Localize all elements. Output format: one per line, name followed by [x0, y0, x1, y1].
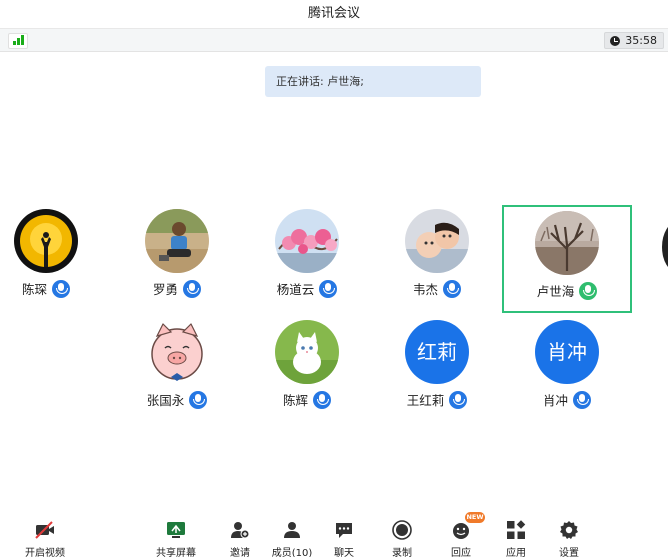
members-icon — [284, 522, 300, 538]
invite-user-icon — [231, 522, 250, 539]
speaking-indicator: 正在讲话: 卢世海; — [265, 66, 481, 97]
microphone-active-icon[interactable] — [579, 281, 598, 300]
participant-name-row: 陈辉 — [242, 390, 372, 409]
meeting-duration: 35:58 — [604, 32, 664, 49]
gear-icon — [560, 521, 578, 539]
settings-label: 设置 — [559, 548, 579, 557]
microphone-icon[interactable] — [189, 390, 208, 409]
participant-name-row: 韦杰 — [372, 279, 502, 298]
participant-name: 陈辉 — [282, 393, 308, 408]
participant-tile[interactable]: 张国永 — [112, 320, 242, 428]
meeting-duration-text: 35:58 — [625, 34, 657, 47]
participant-tile-active-speaker[interactable]: 卢世海 — [502, 205, 632, 313]
avatar-text: 肖冲 — [535, 320, 599, 384]
participant-tile[interactable]: 红莉 王红莉 — [372, 320, 502, 428]
participant-name-row: 卢世海 — [502, 281, 632, 300]
avatar — [14, 209, 78, 273]
participant-name-row: 陈琛 — [0, 279, 111, 298]
share-screen-button[interactable]: 共享屏幕 — [146, 516, 206, 557]
clock-icon — [610, 35, 621, 46]
avatar — [535, 211, 599, 275]
participant-tile[interactable]: 陈琛 — [0, 209, 111, 317]
avatar — [145, 320, 209, 384]
window-title: 腾讯会议 — [0, 0, 668, 28]
microphone-icon[interactable] — [319, 279, 338, 298]
share-screen-icon — [167, 522, 185, 538]
microphone-icon[interactable] — [443, 279, 461, 298]
microphone-icon[interactable] — [183, 279, 201, 298]
participant-name: 卢世海 — [536, 284, 575, 299]
microphone-icon[interactable] — [52, 279, 70, 298]
microphone-icon[interactable] — [573, 390, 591, 409]
avatar — [275, 209, 339, 273]
participant-name: 罗勇 — [152, 282, 178, 297]
reaction-icon — [453, 523, 469, 539]
new-badge: NEW — [465, 512, 485, 523]
participant-name: 张国永 — [146, 393, 185, 408]
participant-name-row: 王红莉 — [372, 390, 502, 409]
participant-name-row: 张国永 — [112, 390, 242, 409]
microphone-icon[interactable] — [449, 390, 468, 409]
chat-icon — [336, 523, 352, 538]
apps-icon — [507, 520, 526, 539]
participant-tile[interactable]: 罗勇 — [112, 209, 242, 317]
avatar — [275, 320, 339, 384]
video-off-icon — [35, 521, 54, 539]
settings-button[interactable]: 设置 — [539, 516, 599, 557]
participant-name: 韦杰 — [412, 282, 438, 297]
participant-name: 陈琛 — [21, 282, 47, 297]
avatar — [145, 209, 209, 273]
start-video-button[interactable]: 开启视频 — [15, 516, 75, 557]
participant-name-row: 罗勇 — [112, 279, 242, 298]
participant-name: 杨道云 — [276, 282, 315, 297]
participant-name-row: 肖冲 — [502, 390, 632, 409]
participant-tile[interactable]: 韦杰 — [372, 209, 502, 317]
bottom-toolbar: 开启视频 共享屏幕 邀请 成员(10) 聊天 录制 NEW 回应 应用 设置 — [0, 512, 668, 557]
signal-strength-icon[interactable] — [8, 33, 28, 49]
avatar-partial[interactable] — [662, 222, 668, 272]
participant-tile[interactable]: 杨道云 — [242, 209, 372, 317]
avatar — [405, 209, 469, 273]
avatar-text: 红莉 — [405, 320, 469, 384]
microphone-icon[interactable] — [313, 390, 331, 409]
record-icon — [392, 520, 412, 540]
participant-name: 王红莉 — [406, 393, 445, 408]
participant-tile[interactable]: 陈辉 — [242, 320, 372, 428]
participant-name-row: 杨道云 — [242, 279, 372, 298]
start-video-label: 开启视频 — [25, 548, 65, 557]
meeting-info-bar: 35:58 — [0, 28, 668, 52]
participant-tile[interactable]: 肖冲 肖冲 — [502, 320, 632, 428]
participant-name: 肖冲 — [542, 393, 568, 408]
